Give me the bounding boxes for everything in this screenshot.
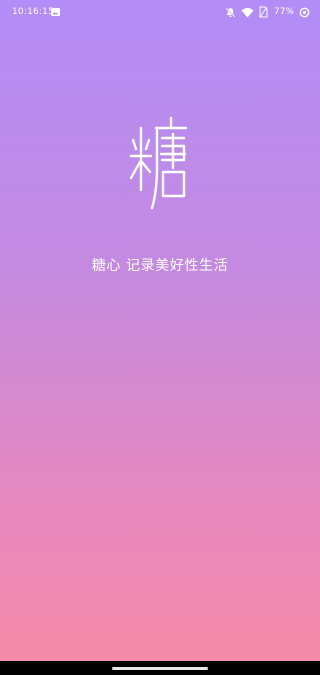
wifi-icon <box>241 7 254 17</box>
status-time: 10:16:15 <box>12 7 55 17</box>
mute-icon <box>225 7 236 17</box>
splash-screen: 10:16:15 77% 糖心 记录美好性生活 <box>0 0 320 675</box>
tang-character-logo <box>129 116 188 210</box>
image-icon <box>51 8 60 16</box>
status-icons: 77% <box>225 5 310 19</box>
no-sim-icon <box>259 6 268 18</box>
home-indicator[interactable] <box>112 667 208 670</box>
app-tagline: 糖心 记录美好性生活 <box>91 258 229 274</box>
data-saver-icon <box>299 7 310 17</box>
battery-percent: 77% <box>273 7 294 17</box>
status-bar: 10:16:15 77% <box>0 0 320 24</box>
